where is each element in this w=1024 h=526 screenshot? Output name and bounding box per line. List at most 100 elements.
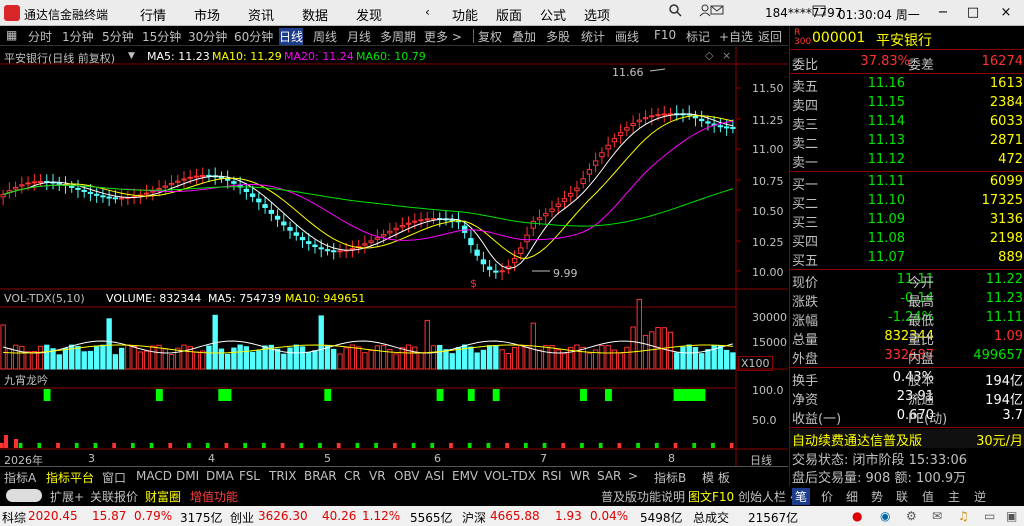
ad-banner[interactable]: 自动续费通达信普及版 30元/月: [790, 429, 1024, 449]
bid-row[interactable]: 买四 11.08 2198: [790, 230, 1024, 250]
bid-row[interactable]: 买二 11.10 17325: [790, 192, 1024, 212]
ask-row[interactable]: 卖四 11.15 2384: [790, 94, 1024, 114]
btn-caifuquan[interactable]: 财富圈: [145, 488, 181, 505]
btn-guanlian[interactable]: 关联报价: [90, 488, 138, 505]
tab-xi[interactable]: 细: [846, 488, 858, 505]
period-5min[interactable]: 5分钟: [102, 28, 134, 45]
tab-rsi[interactable]: RSI: [542, 469, 562, 483]
diamond-icon[interactable]: ◇: [705, 49, 713, 62]
menu-shichang[interactable]: 市场: [194, 5, 220, 24]
bid-row[interactable]: 买一 11.11 6099: [790, 173, 1024, 193]
btn-kuozhan[interactable]: 扩展+: [50, 488, 84, 505]
link-tuwen-f10[interactable]: 图文F10: [688, 488, 734, 505]
tab-chuangkou[interactable]: 窗口: [102, 469, 126, 486]
tab-dma[interactable]: DMA: [206, 469, 234, 483]
tab-obv[interactable]: OBV: [394, 469, 420, 483]
tab-more-arrow[interactable]: >: [628, 469, 638, 483]
link-help[interactable]: 普及版功能说明: [601, 488, 685, 505]
tab-dmi[interactable]: DMI: [176, 469, 199, 483]
tab-zhibiao-a[interactable]: 指标A: [4, 469, 36, 486]
tab-lian[interactable]: 联: [896, 488, 908, 505]
idx-name[interactable]: 创业: [230, 509, 254, 526]
chat-icon[interactable]: ✉: [932, 509, 942, 523]
lock-icon[interactable]: ▣: [1006, 509, 1017, 523]
menu-zixun[interactable]: 资讯: [248, 5, 274, 24]
tab-zhibiao-pingtai[interactable]: 指标平台: [46, 469, 94, 486]
idx-name[interactable]: 沪深: [462, 509, 486, 526]
bid-row[interactable]: 买五 11.07 889: [790, 249, 1024, 269]
tab-asi[interactable]: ASI: [425, 469, 444, 483]
period-multi[interactable]: 多周期: [380, 28, 416, 45]
ask-row[interactable]: 卖三 11.14 6033: [790, 113, 1024, 133]
btn-diejia[interactable]: 叠加: [512, 28, 536, 45]
tab-sar[interactable]: SAR: [597, 469, 621, 483]
period-daily[interactable]: 日线: [279, 28, 304, 45]
btn-add-watchlist[interactable]: +自选: [719, 28, 753, 45]
menu-hangqing[interactable]: 行情: [140, 5, 166, 24]
tab-cr[interactable]: CR: [344, 469, 361, 483]
alert-icon[interactable]: ●: [852, 509, 862, 523]
tab-brar[interactable]: BRAR: [304, 469, 337, 483]
tab-zhibiao-b[interactable]: 指标B: [654, 469, 686, 486]
tab-jia[interactable]: 价: [821, 488, 833, 505]
period-1min[interactable]: 1分钟: [62, 28, 94, 45]
ask-row[interactable]: 卖五 11.16 1613: [790, 75, 1024, 95]
btn-fuquan[interactable]: 复权: [478, 28, 502, 45]
period-weekly[interactable]: 周线: [313, 28, 337, 45]
kline-chart[interactable]: $: [0, 47, 788, 466]
menu-gongneng[interactable]: 功能: [452, 5, 478, 24]
bid-row[interactable]: 买三 11.09 3136: [790, 211, 1024, 231]
window-icon[interactable]: ▭: [984, 509, 995, 523]
period-60min[interactable]: 60分钟: [234, 28, 273, 45]
tab-wr[interactable]: WR: [570, 469, 590, 483]
link-founder[interactable]: 创始人栏 «: [738, 488, 797, 505]
tab-emv[interactable]: EMV: [452, 469, 478, 483]
menu-gongshi[interactable]: 公式: [540, 5, 566, 24]
tab-ni[interactable]: 逆: [974, 488, 986, 505]
btn-zengzhi[interactable]: 增值功能: [190, 488, 238, 505]
account-label[interactable]: 184****7797: [765, 6, 842, 20]
maximize-icon[interactable]: □: [962, 3, 984, 23]
menu-xuanxiang[interactable]: 选项: [584, 5, 610, 24]
bell-icon[interactable]: ♫: [958, 509, 969, 523]
tab-bi[interactable]: 笔: [792, 488, 811, 505]
btn-back[interactable]: 返回: [758, 28, 782, 45]
close-icon[interactable]: ×: [995, 3, 1017, 23]
btn-tongji[interactable]: 统计: [581, 28, 605, 45]
period-15min[interactable]: 15分钟: [142, 28, 181, 45]
idx-name[interactable]: 总成交: [693, 509, 729, 526]
period-fenshi[interactable]: 分时: [28, 28, 52, 45]
menu-faxian[interactable]: 发现: [356, 5, 382, 24]
tab-moban[interactable]: 模 板: [702, 469, 730, 486]
ask-row[interactable]: 卖一 11.12 472: [790, 151, 1024, 171]
globe-icon[interactable]: ◉: [880, 509, 890, 523]
tab-vr[interactable]: VR: [369, 469, 386, 483]
message-icon[interactable]: [710, 3, 724, 23]
period-more[interactable]: 更多 >: [424, 28, 462, 45]
period-monthly[interactable]: 月线: [347, 28, 371, 45]
ask-row[interactable]: 卖二 11.13 2871: [790, 132, 1024, 152]
btn-huaxian[interactable]: 画线: [615, 28, 639, 45]
minimize-icon[interactable]: −: [932, 3, 954, 23]
menu-banmian[interactable]: 版面: [496, 5, 522, 24]
btn-biaoji[interactable]: 标记: [686, 28, 710, 45]
tab-vol-tdx[interactable]: VOL-TDX: [484, 469, 536, 483]
tab-zhu[interactable]: 主: [948, 488, 960, 505]
mail-icon[interactable]: [812, 3, 826, 23]
period-30min[interactable]: 30分钟: [188, 28, 227, 45]
chart-close-icon[interactable]: ×: [722, 49, 731, 62]
tab-trix[interactable]: TRIX: [269, 469, 296, 483]
btn-f10[interactable]: F10: [654, 28, 676, 42]
settings-icon[interactable]: ⚙: [906, 509, 917, 523]
menu-shuju[interactable]: 数据: [302, 5, 328, 24]
search-icon[interactable]: [664, 3, 686, 23]
tab-macd[interactable]: MACD: [136, 469, 172, 483]
chart-settings-icon[interactable]: ▼: [128, 51, 135, 61]
grid-icon[interactable]: ▦: [6, 28, 17, 42]
back-arrow-icon[interactable]: ‹: [425, 5, 430, 19]
btn-duogu[interactable]: 多股: [546, 28, 570, 45]
tab-zhi[interactable]: 值: [922, 488, 934, 505]
idx-name[interactable]: 科综: [2, 509, 26, 526]
toggle-switch[interactable]: [6, 489, 42, 502]
tab-shi[interactable]: 势: [871, 488, 883, 505]
